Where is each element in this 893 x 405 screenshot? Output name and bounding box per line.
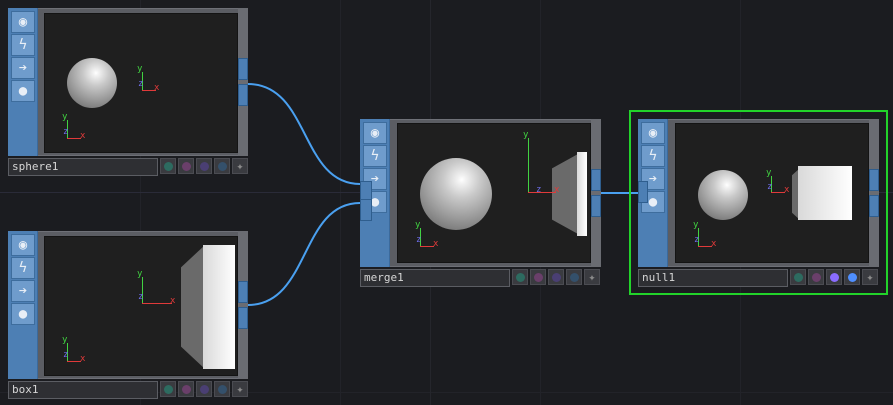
axis-x-label: x [154,83,160,93]
node-right-strip [238,8,248,156]
node-sphere1[interactable]: ◉ ϟ ➔ ● y z x y z x sphere1 ✦ [8,8,248,176]
bomb-icon[interactable]: ● [11,303,35,325]
input-connector[interactable] [638,181,648,203]
node-null1[interactable]: ◉ ϟ ➔ ● y z x y z x null1 ✦ [638,119,879,287]
arrow-icon[interactable]: ➔ [11,280,35,302]
lightning-icon[interactable]: ϟ [363,145,387,167]
lightning-icon[interactable]: ϟ [11,34,35,56]
output-connector[interactable] [869,169,879,191]
node-name-field[interactable]: null1 [638,269,788,287]
plus-icon[interactable]: ✦ [584,269,600,285]
lightning-icon[interactable]: ϟ [11,257,35,279]
node-flags: ✦ [160,381,248,399]
node-side-toolbar: ◉ ϟ ➔ ● [8,231,38,379]
viewer-icon[interactable]: ◉ [11,11,35,33]
node-right-strip [869,119,879,267]
node-box1[interactable]: ◉ ϟ ➔ ● y z x y z x box1 ✦ [8,231,248,399]
sphere-geometry [698,170,748,220]
plus-icon[interactable]: ✦ [232,381,248,397]
node-merge1[interactable]: ◉ ϟ ➔ ● y z x y z x merge1 ✦ [360,119,601,287]
node-viewer[interactable]: y z x y z x [44,13,238,153]
node-viewer[interactable]: y z x y z x [675,123,869,263]
plus-icon[interactable]: ✦ [232,158,248,174]
output-connector[interactable] [238,58,248,80]
arrow-icon[interactable]: ➔ [11,57,35,79]
sphere-geometry [420,158,492,230]
flag-button[interactable] [790,269,806,285]
cube-front-face [798,166,852,220]
wire-box1-merge1[interactable] [247,202,361,306]
output-connector-2[interactable] [591,195,601,217]
plus-icon[interactable]: ✦ [862,269,878,285]
flag-button[interactable] [160,381,176,397]
node-name-field[interactable]: box1 [8,381,158,399]
node-name-field[interactable]: sphere1 [8,158,158,176]
sphere-geometry [67,58,117,108]
flag-button[interactable] [808,269,824,285]
axis-z-label: z [138,79,144,89]
bomb-icon[interactable]: ● [11,80,35,102]
lightning-icon[interactable]: ϟ [641,145,665,167]
viewer-icon[interactable]: ◉ [641,122,665,144]
node-viewer[interactable]: y z x y z x [44,236,238,376]
network-editor-canvas[interactable]: ◉ ϟ ➔ ● y z x y z x sphere1 ✦ ◉ ϟ ➔ ● y … [0,0,893,405]
wire-sphere1-merge1[interactable] [247,83,361,185]
output-connector[interactable] [238,281,248,303]
flag-button-active[interactable] [826,269,842,285]
flag-button[interactable] [548,269,564,285]
node-right-strip [591,119,601,267]
node-right-strip [238,231,248,379]
viewer-icon[interactable]: ◉ [363,122,387,144]
flag-button[interactable] [178,158,194,174]
node-side-toolbar: ◉ ϟ ➔ ● [8,8,38,156]
flag-button[interactable] [160,158,176,174]
flag-button[interactable] [214,381,230,397]
flag-button[interactable] [512,269,528,285]
flag-button[interactable] [178,381,194,397]
output-connector-2[interactable] [238,307,248,329]
box-front-face [577,152,587,236]
flag-button[interactable] [196,158,212,174]
flag-button[interactable] [214,158,230,174]
box-side-face [181,245,205,369]
flag-button[interactable] [566,269,582,285]
node-flags: ✦ [790,269,878,287]
flag-button[interactable] [530,269,546,285]
node-viewer[interactable]: y z x y z x [397,123,591,263]
node-flags: ✦ [160,158,248,176]
input-connector-2[interactable] [360,199,372,221]
axis-y-label: y [137,64,143,74]
node-flags: ✦ [512,269,600,287]
node-name-field[interactable]: merge1 [360,269,510,287]
output-connector-2[interactable] [238,84,248,106]
output-connector-2[interactable] [869,195,879,217]
output-connector[interactable] [591,169,601,191]
flag-button-active[interactable] [844,269,860,285]
viewer-icon[interactable]: ◉ [11,234,35,256]
box-front-face [203,245,235,369]
flag-button[interactable] [196,381,212,397]
